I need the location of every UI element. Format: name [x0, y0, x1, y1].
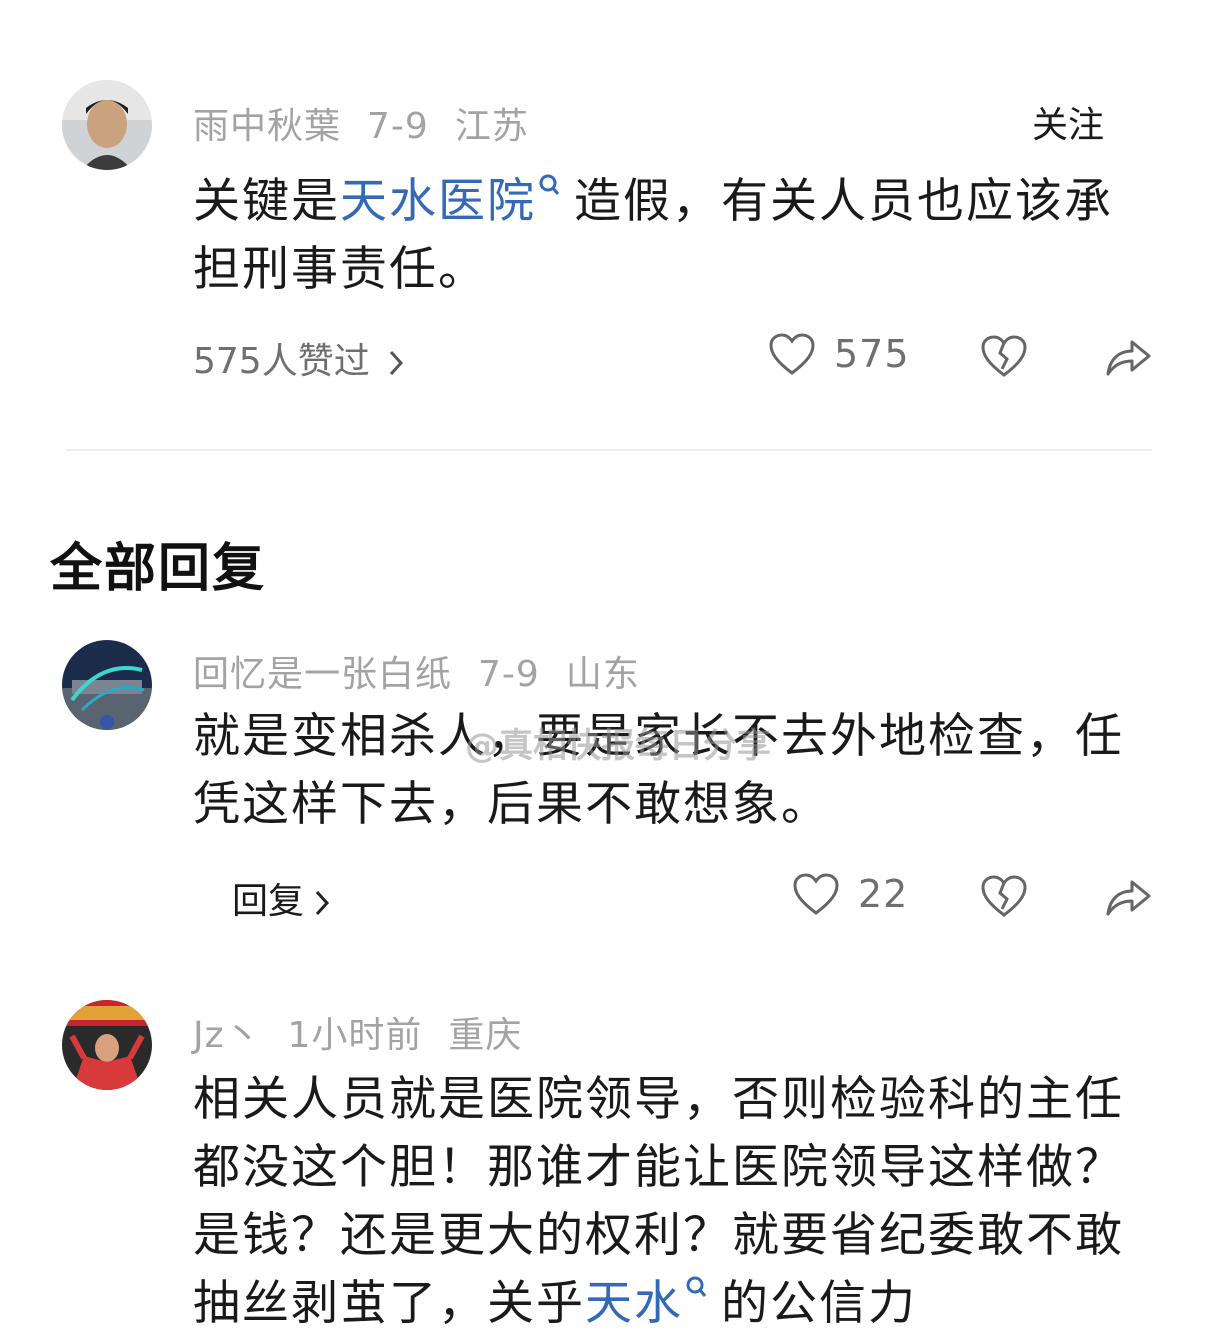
topic-link-label[interactable]: 天水	[585, 1276, 683, 1331]
watermark: @真相快报每日分享	[465, 726, 771, 766]
dislike-button[interactable]	[980, 874, 1028, 922]
like-button[interactable]: 575	[768, 332, 910, 376]
reply-button-label: 回复	[232, 881, 305, 922]
reply-date: 7-9	[478, 654, 540, 695]
heart-icon	[793, 873, 839, 915]
comment-location: 江苏	[454, 106, 529, 147]
liked-by-link[interactable]: 575人赞过	[193, 332, 404, 384]
username[interactable]: 回忆是一张白纸	[193, 654, 452, 695]
comment-text-before: 关键是	[193, 174, 340, 229]
share-button[interactable]	[1104, 334, 1152, 382]
reply-button[interactable]: 回复	[232, 872, 330, 924]
section-title: 全部回复	[50, 539, 267, 599]
divider	[66, 449, 1152, 451]
comment-date: 7-9	[367, 106, 429, 147]
like-count: 575	[834, 332, 910, 376]
heart-icon	[769, 333, 815, 375]
topic-link[interactable]: 天水医院	[340, 174, 574, 229]
username[interactable]: Jz丶	[193, 1015, 262, 1056]
reply-location: 山东	[565, 654, 640, 695]
comment-actions: 575人赞过 575	[0, 326, 1216, 386]
share-icon	[1106, 880, 1151, 916]
chevron-right-icon	[389, 350, 403, 376]
avatar[interactable]	[62, 640, 152, 730]
chevron-right-icon	[315, 890, 330, 916]
share-button[interactable]	[1104, 874, 1152, 922]
reply-text-after: 的公信力	[721, 1276, 917, 1331]
reply-actions: 回复 22	[0, 866, 1216, 926]
username[interactable]: 雨中秋葉	[193, 106, 341, 147]
dislike-button[interactable]	[980, 334, 1028, 382]
liked-by-label: 575人赞过	[193, 341, 370, 382]
broken-heart-icon	[981, 335, 1027, 377]
like-count: 22	[858, 872, 909, 916]
reply-meta: 回忆是一张白纸 7-9 山东	[193, 645, 666, 697]
search-link-icon	[686, 1276, 707, 1297]
follow-button[interactable]: 关注	[1032, 96, 1104, 148]
broken-heart-icon	[981, 875, 1027, 917]
topic-link[interactable]: 天水	[585, 1276, 721, 1331]
topic-link-label[interactable]: 天水医院	[340, 174, 536, 229]
avatar[interactable]	[62, 80, 152, 170]
avatar[interactable]	[62, 1000, 152, 1090]
share-icon	[1106, 340, 1151, 376]
reply-location: 重庆	[448, 1015, 523, 1056]
reply-text: 相关人员就是医院领导，否则检验科的主任都没这个胆！那谁才能让医院领导这样做？是钱…	[193, 1066, 1153, 1338]
reply-meta: Jz丶 1小时前 重庆	[193, 1006, 548, 1058]
reply-date: 1小时前	[287, 1015, 423, 1056]
comment-text: 关键是天水医院 造假，有关人员也应该承担刑事责任。	[193, 168, 1153, 304]
like-button[interactable]: 22	[792, 872, 908, 916]
comment-meta: 雨中秋葉 7-9 江苏	[193, 97, 555, 149]
search-link-icon	[539, 174, 560, 195]
